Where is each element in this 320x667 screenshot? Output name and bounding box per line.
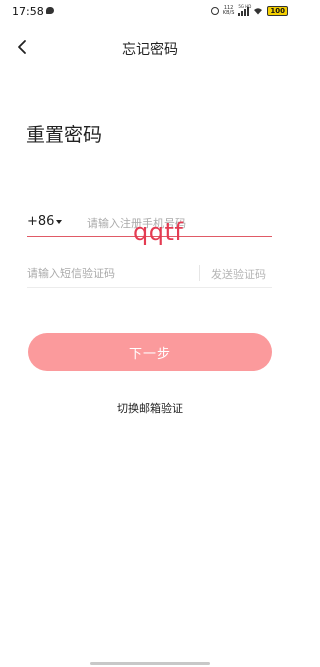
caret-down-icon[interactable]	[56, 220, 62, 224]
phone-input-underline	[27, 236, 272, 237]
network-type-label: 5G HD	[238, 3, 252, 9]
battery-indicator: 100	[267, 6, 288, 16]
nav-title: 忘记密码	[122, 42, 178, 58]
alarm-icon	[210, 7, 219, 15]
country-code-selector[interactable]: +86	[27, 214, 54, 229]
sms-code-row: 发送验证码	[27, 258, 272, 288]
next-button[interactable]: 下一步	[28, 333, 272, 371]
status-bar: 17:58 112 KB/S 5G HD 100	[0, 0, 300, 22]
network-speed: 112 KB/S	[223, 6, 235, 16]
status-icons: 112 KB/S 5G HD 100	[210, 3, 288, 18]
cellular-signal: 5G HD	[238, 3, 252, 16]
wifi-icon	[254, 8, 263, 15]
sms-input-underline	[27, 287, 272, 288]
send-code-button[interactable]: 发送验证码	[211, 266, 266, 282]
sms-divider	[199, 265, 200, 281]
home-indicator[interactable]	[90, 662, 210, 665]
message-notification-icon	[46, 7, 54, 14]
sms-code-input[interactable]	[27, 262, 187, 284]
phone-number-input[interactable]	[87, 212, 272, 234]
switch-email-verification-link[interactable]: 切换邮箱验证	[0, 400, 300, 416]
network-speed-unit: KB/S	[222, 10, 235, 16]
page-title: 重置密码	[26, 124, 103, 146]
phone-number-row: +86	[27, 208, 272, 237]
status-time: 17:58	[12, 5, 44, 18]
nav-bar: 忘记密码	[0, 30, 300, 66]
